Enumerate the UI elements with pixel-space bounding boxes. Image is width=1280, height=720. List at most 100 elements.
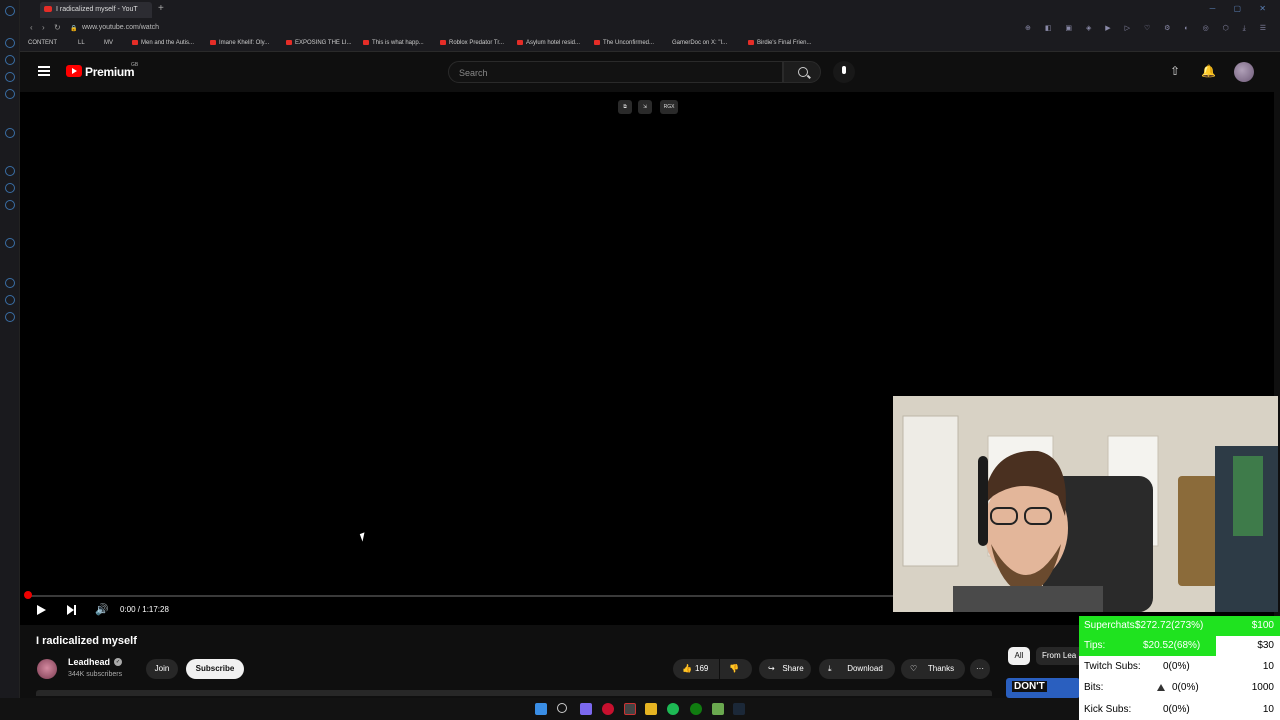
sidebar-app-icon[interactable] xyxy=(5,72,15,82)
url-field[interactable]: www.youtube.com/watch xyxy=(82,24,159,31)
bookmark-item[interactable]: The Unconfirmed... xyxy=(594,40,654,46)
channel-name[interactable]: Leadhead xyxy=(68,657,110,667)
sidebar-app-icon[interactable] xyxy=(5,89,15,99)
spotify-icon[interactable] xyxy=(667,703,679,715)
video-title: I radicalized myself xyxy=(36,635,137,647)
opera-icon[interactable] xyxy=(602,703,614,715)
stat-row-kick-subs: Kick Subs: 0(0%) 10 xyxy=(1079,700,1280,720)
sidebar-app-icon[interactable] xyxy=(5,295,15,305)
progress-bar[interactable] xyxy=(28,595,894,597)
bookmark-item[interactable]: Imane Khelif: Oly... xyxy=(210,40,269,46)
subscribe-button[interactable]: Subscribe xyxy=(186,659,244,679)
webcam-image xyxy=(893,396,1278,612)
next-icon[interactable] xyxy=(67,605,76,615)
forward-icon[interactable]: › xyxy=(42,23,45,32)
notifications-bell-icon[interactable]: 🔔 xyxy=(1201,64,1216,78)
stat-value: $272.72(273%) xyxy=(1135,620,1204,631)
bits-icon xyxy=(1157,684,1165,691)
youtube-logo-icon[interactable] xyxy=(66,65,82,77)
thumbnail-text: DON'T xyxy=(1012,681,1047,692)
mouse-cursor-icon xyxy=(359,532,368,542)
stat-goal: 1000 xyxy=(1251,682,1274,693)
app-icon[interactable] xyxy=(712,703,724,715)
reload-icon[interactable]: ↻ xyxy=(54,23,61,32)
file-explorer-icon[interactable] xyxy=(645,703,657,715)
chip-from-channel[interactable]: From Lea xyxy=(1036,647,1084,665)
stat-row-twitch-subs: Twitch Subs: 0(0%) 10 xyxy=(1079,657,1280,677)
sidebar-app-icon[interactable] xyxy=(5,38,15,48)
more-actions-button[interactable]: ··· xyxy=(970,659,990,679)
time-display: 0:00 / 1:17:28 xyxy=(120,605,169,614)
bookmark-item[interactable]: GamerDoc on X: "I... xyxy=(672,40,727,46)
recommended-thumbnail[interactable]: DON'T xyxy=(1006,678,1080,698)
channel-avatar[interactable] xyxy=(37,659,57,679)
sidebar-app-icon[interactable] xyxy=(5,128,15,138)
logo-text[interactable]: Premium xyxy=(85,65,135,79)
picture-in-picture-icon[interactable]: ⧉ xyxy=(618,100,632,114)
os-taskbar xyxy=(0,698,1079,720)
play-icon[interactable] xyxy=(37,605,46,615)
rgx-extension-icon[interactable]: RGX xyxy=(660,100,678,114)
join-button[interactable]: Join xyxy=(146,659,178,679)
bookmark-item[interactable]: Men and the Autis... xyxy=(132,40,194,46)
hamburger-menu-icon[interactable] xyxy=(38,66,50,76)
sidebar-app-icon[interactable] xyxy=(5,166,15,176)
lock-icon: 🔒 xyxy=(70,26,78,32)
bookmark-item[interactable]: MV xyxy=(104,40,113,46)
search-input[interactable]: Search xyxy=(448,61,783,83)
sidebar-app-icon[interactable] xyxy=(5,238,15,248)
bookmark-item[interactable]: Asylum hotel resid... xyxy=(517,40,580,46)
xbox-icon[interactable] xyxy=(690,703,702,715)
progress-scrubber[interactable] xyxy=(24,591,32,599)
like-button[interactable]: 👍 169 xyxy=(673,659,719,679)
app-icon[interactable] xyxy=(580,703,592,715)
bookmark-item[interactable]: Birdie's Final Frien... xyxy=(748,40,812,46)
description-box[interactable] xyxy=(36,690,992,696)
thumbs-up-icon: 👍 xyxy=(682,664,692,673)
bookmark-item[interactable]: CONTENT xyxy=(28,40,57,46)
thanks-button[interactable]: ♡ Thanks xyxy=(901,659,965,679)
stat-label: Superchats: xyxy=(1084,620,1138,631)
tab-youtube[interactable]: I radicalized myself - YouT xyxy=(40,2,152,18)
browser-menu-icon[interactable] xyxy=(5,6,15,16)
settings-icon[interactable] xyxy=(5,312,15,322)
sidebar-app-icon[interactable] xyxy=(5,200,15,210)
sidebar-app-icon[interactable] xyxy=(5,55,15,65)
popout-icon[interactable]: ⇲ xyxy=(638,100,652,114)
steam-icon[interactable] xyxy=(733,703,745,715)
stat-row-tips: Tips: $20.52(68%) $30 xyxy=(1079,636,1280,656)
voice-search-icon[interactable] xyxy=(833,61,855,83)
bookmark-item[interactable]: This is what happ... xyxy=(363,40,424,46)
share-button[interactable]: ↪ Share xyxy=(759,659,811,679)
window-controls[interactable]: ─ ▢ ✕ xyxy=(1210,4,1274,13)
stat-value: $20.52(68%) xyxy=(1143,640,1201,651)
browser-icon[interactable] xyxy=(624,703,636,715)
account-avatar[interactable] xyxy=(1234,62,1254,82)
sidebar-app-icon[interactable] xyxy=(5,183,15,193)
chip-all[interactable]: All xyxy=(1008,647,1030,665)
bookmark-item[interactable]: Roblox Predator Tr... xyxy=(440,40,504,46)
stat-goal: $100 xyxy=(1251,620,1274,631)
address-bar: ‹ › ↻ 🔒 www.youtube.com/watch ⊕ ◧ ▣ ◈ ▶ … xyxy=(20,20,1280,38)
stat-value: 0(0%) xyxy=(1172,682,1199,693)
dislike-button[interactable]: 👎 xyxy=(720,659,752,679)
like-count: 169 xyxy=(695,664,709,673)
extension-icons[interactable]: ⊕ ◧ ▣ ◈ ▶ ▷ ♡ ⚙ ◐ ◎ ⬡ ⤓ ☰ xyxy=(1025,24,1272,33)
subscriber-count: 344K subscribers xyxy=(68,671,123,678)
stat-value: 0(0%) xyxy=(1163,661,1190,672)
new-tab-icon[interactable]: + xyxy=(158,3,164,14)
download-button[interactable]: ⤓ Download xyxy=(819,659,895,679)
upload-icon[interactable]: ⇧ xyxy=(1170,64,1180,78)
stat-value: 0(0%) xyxy=(1163,704,1190,715)
start-menu-icon[interactable] xyxy=(535,703,547,715)
back-icon[interactable]: ‹ xyxy=(30,23,33,32)
stat-label: Twitch Subs: xyxy=(1084,661,1141,672)
search-button[interactable] xyxy=(783,61,821,83)
sidebar-app-icon[interactable] xyxy=(5,278,15,288)
bookmark-item[interactable]: LL xyxy=(78,40,85,46)
bookmark-item[interactable]: EXPOSING THE LI... xyxy=(286,40,352,46)
stat-label: Kick Subs: xyxy=(1084,704,1132,715)
volume-icon[interactable]: 🔊 xyxy=(95,603,109,616)
stat-label: Tips: xyxy=(1084,640,1106,651)
search-icon[interactable] xyxy=(557,703,567,713)
